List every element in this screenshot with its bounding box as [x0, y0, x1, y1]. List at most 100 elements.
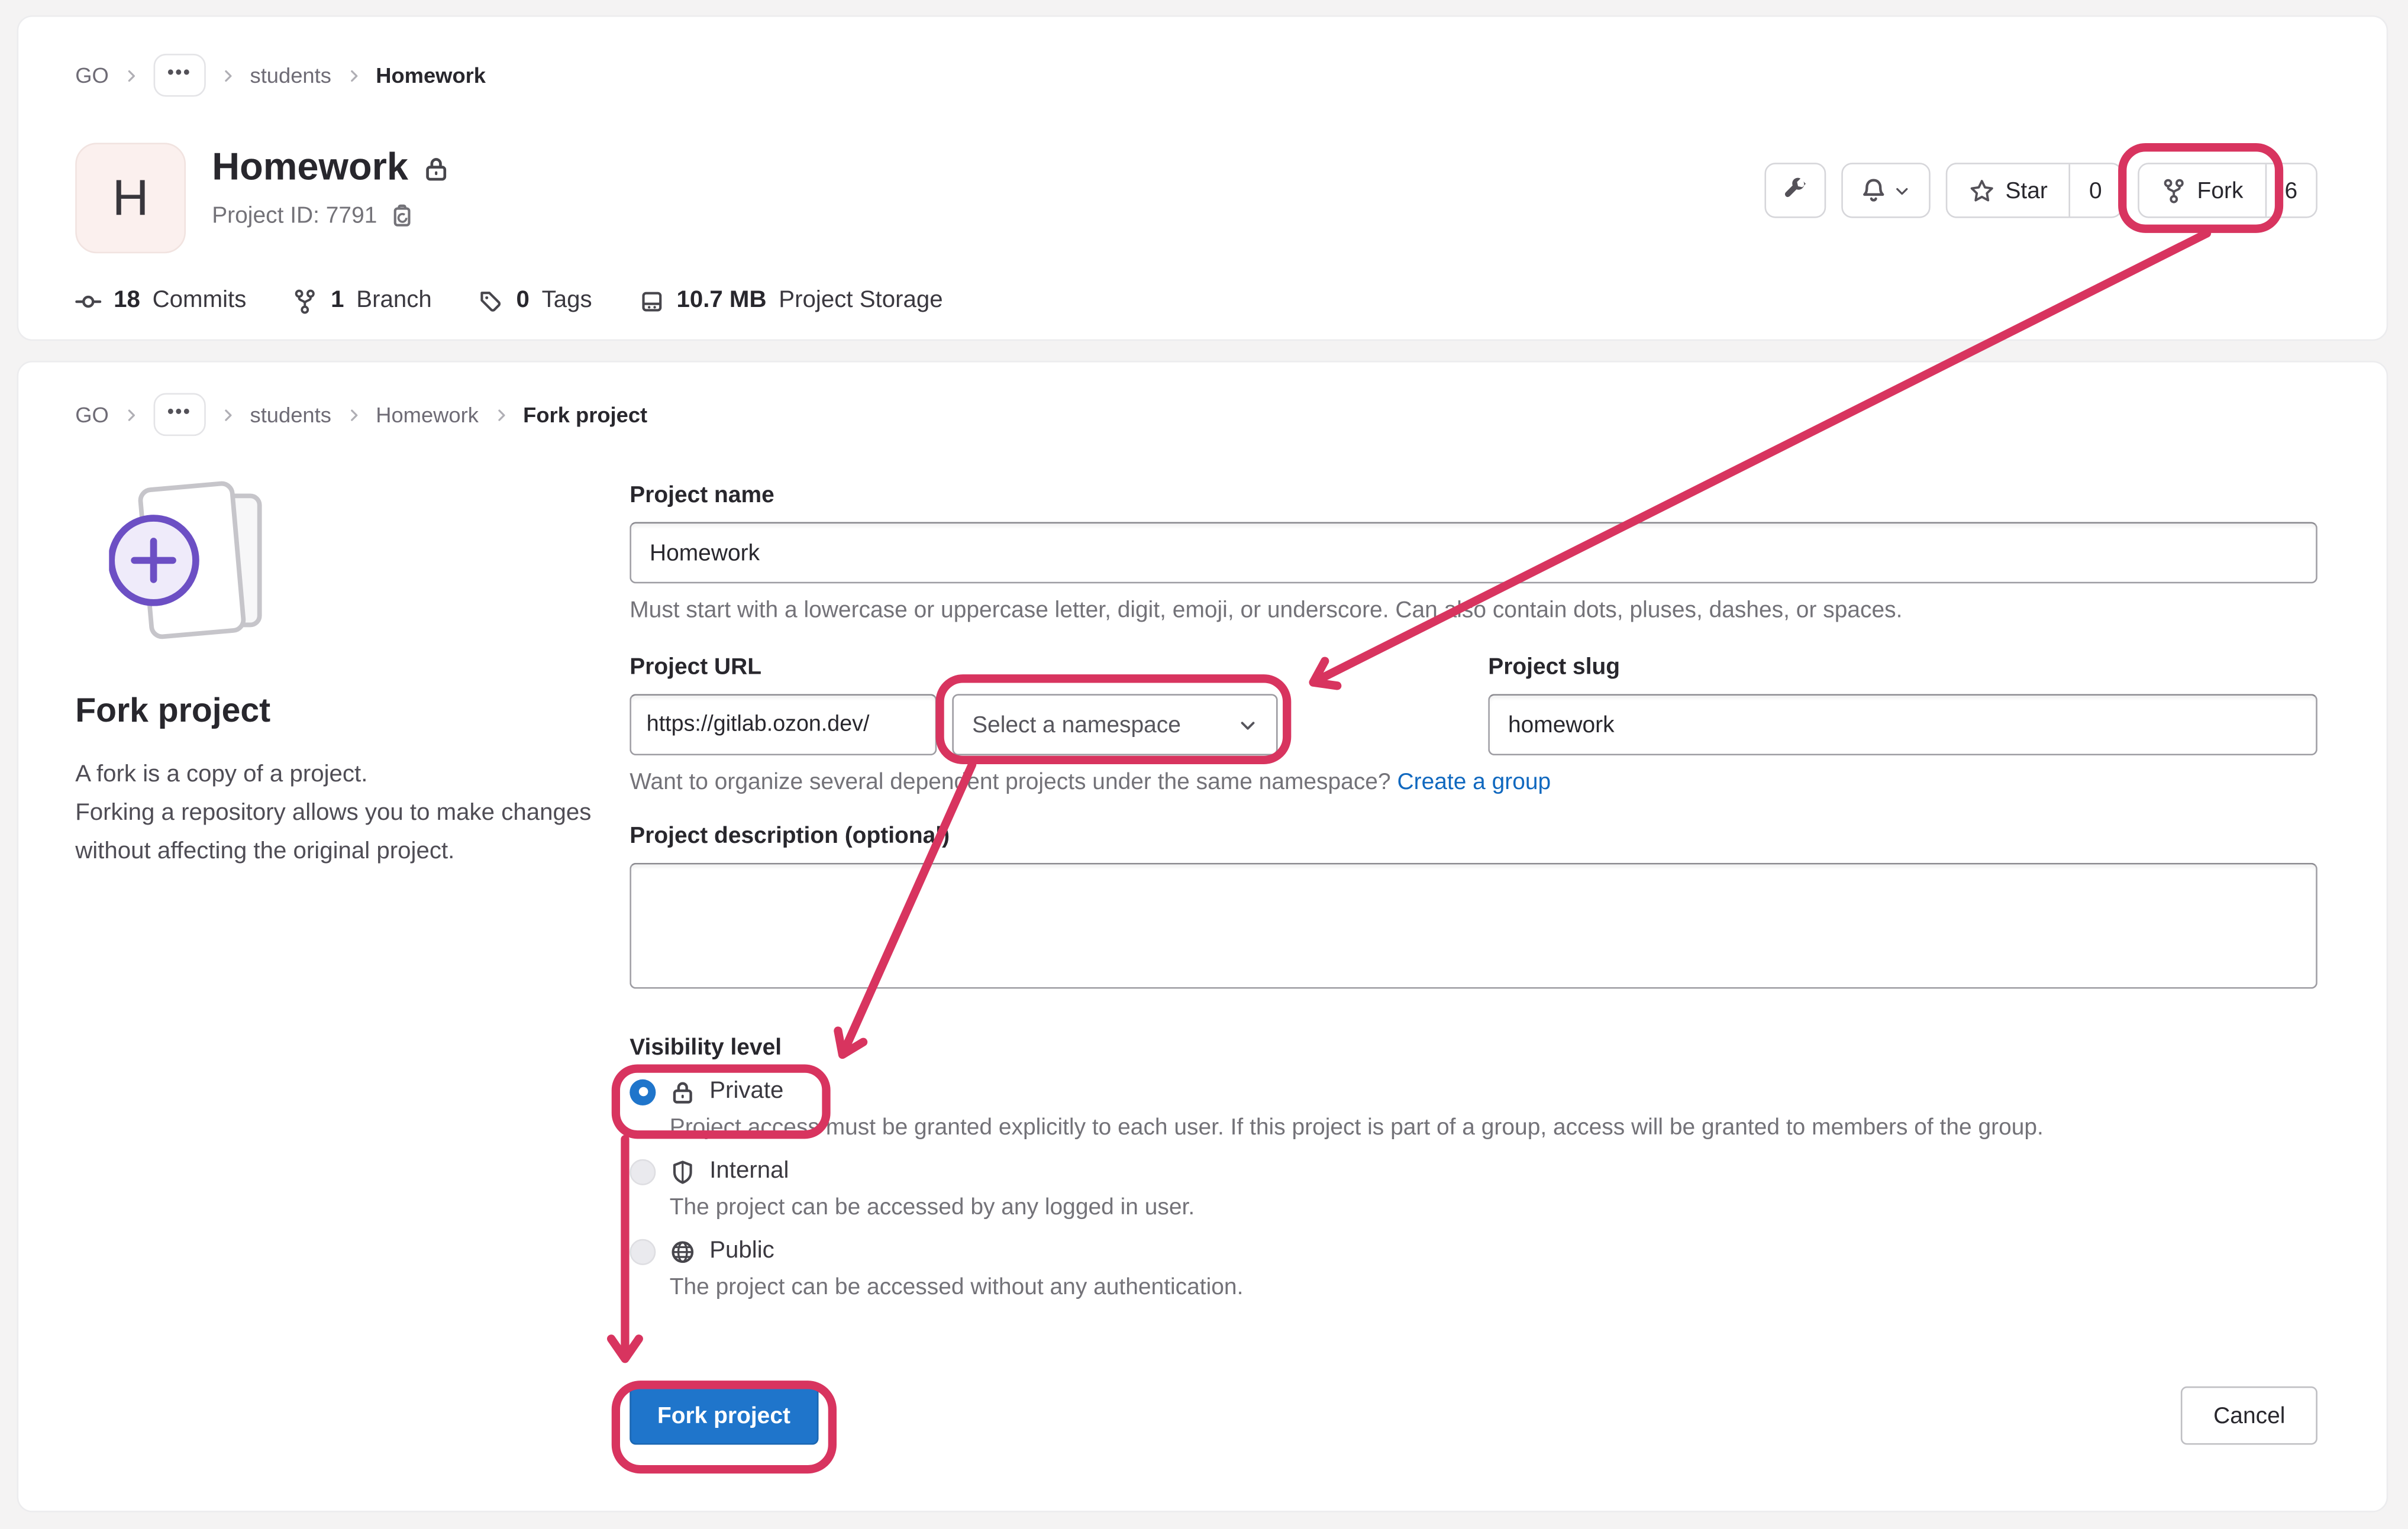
copy-project-id-button[interactable] — [388, 203, 414, 229]
clipboard-copy-icon — [388, 203, 414, 229]
fork-body: Fork project A fork is a copy of a proje… — [18, 436, 2387, 1444]
star-button[interactable]: Star — [1947, 164, 2069, 216]
star-icon — [1968, 177, 1994, 203]
breadcrumb-item-fork-project: Fork project — [523, 402, 647, 427]
shield-icon — [670, 1158, 696, 1184]
visibility-option-private[interactable]: Private — [630, 1078, 2317, 1105]
chevron-down-icon — [1238, 715, 1258, 735]
namespace-select[interactable]: Select a namespace — [952, 694, 1277, 755]
project-slug-input[interactable] — [1488, 694, 2317, 755]
fork-button-label: Fork — [2197, 177, 2244, 203]
stat-commits-value: 18 — [114, 287, 140, 315]
create-group-link[interactable]: Create a group — [1397, 769, 1551, 795]
disk-icon — [638, 288, 664, 314]
star-button-group: Star 0 — [1945, 163, 2122, 218]
breadcrumb-item-students[interactable]: students — [250, 402, 331, 427]
project-name-label: Project name — [630, 482, 2317, 508]
chevron-right-icon — [220, 406, 237, 424]
stat-tags-value: 0 — [517, 287, 530, 315]
breadcrumb-item-go[interactable]: GO — [75, 402, 109, 427]
namespace-helper-text: Want to organize several dependent proje… — [630, 769, 1390, 795]
stat-tags[interactable]: 0 Tags — [478, 287, 592, 315]
project-name-helper: Must start with a lowercase or uppercase… — [630, 597, 2317, 623]
chevron-right-icon — [220, 67, 237, 84]
star-count[interactable]: 0 — [2069, 164, 2120, 216]
breadcrumb-item-homework[interactable]: Homework — [376, 63, 486, 88]
stat-commits[interactable]: 18 Commits — [75, 287, 246, 315]
fork-button-group: Fork 6 — [2137, 163, 2317, 218]
project-url-label: Project URL — [630, 654, 1277, 680]
visibility-option-internal[interactable]: Internal — [630, 1158, 2317, 1185]
visibility-public-description: The project can be accessed without any … — [670, 1274, 2317, 1300]
visibility-option-public-label: Public — [709, 1237, 774, 1265]
visibility-internal-description: The project can be accessed by any logge… — [670, 1194, 2317, 1220]
fork-button[interactable]: Fork — [2139, 164, 2265, 216]
project-header-card: GO ••• students Homework H Homework Proj… — [17, 15, 2388, 341]
screenshot-viewport: GO ••• students Homework H Homework Proj… — [0, 0, 2408, 1528]
breadcrumb-ellipsis-button[interactable]: ••• — [153, 393, 205, 436]
project-action-buttons: Star 0 Fork 6 — [1764, 163, 2317, 218]
project-slug-label: Project slug — [1488, 654, 2317, 680]
project-description-textarea[interactable] — [630, 863, 2317, 989]
namespace-select-value: Select a namespace — [972, 712, 1181, 738]
fork-form: Project name Must start with a lowercase… — [630, 448, 2317, 1445]
cancel-button[interactable]: Cancel — [2181, 1386, 2317, 1445]
breadcrumb-ellipsis-button[interactable]: ••• — [153, 54, 205, 97]
project-description-label: Project description (optional) — [630, 823, 2317, 849]
chevron-right-icon — [492, 406, 509, 424]
admin-settings-button[interactable] — [1764, 163, 1826, 218]
tag-icon — [478, 288, 504, 314]
visibility-option-internal-label: Internal — [709, 1158, 789, 1185]
stat-storage-label: Project Storage — [779, 287, 942, 315]
project-name-input[interactable] — [630, 522, 2317, 584]
lock-icon — [670, 1078, 696, 1104]
chevron-right-icon — [122, 406, 140, 424]
lock-icon — [422, 154, 450, 182]
visibility-private-description: Project access must be granted explicitl… — [670, 1114, 2317, 1140]
globe-icon — [670, 1238, 696, 1264]
visibility-option-public[interactable]: Public — [630, 1237, 2317, 1265]
project-title-block: Homework Project ID: 7791 — [212, 143, 450, 228]
stat-branches-value: 1 — [331, 287, 344, 315]
stat-tags-label: Tags — [542, 287, 592, 315]
project-url-prefix: https://gitlab.ozon.dev/ — [630, 694, 937, 755]
breadcrumb-item-homework[interactable]: Homework — [376, 402, 479, 427]
wrench-icon — [1781, 177, 1809, 205]
fork-illustration-icon — [109, 473, 275, 651]
form-actions: Fork project Cancel — [630, 1386, 2317, 1445]
stat-storage[interactable]: 10.7 MB Project Storage — [638, 287, 943, 315]
project-stats-row: 18 Commits 1 Branch 0 Tags 10.7 MB Proje… — [75, 287, 2329, 315]
commit-icon — [75, 288, 101, 314]
breadcrumb-item-students[interactable]: students — [250, 63, 331, 88]
visibility-radio-private[interactable] — [630, 1078, 656, 1104]
chevron-right-icon — [122, 67, 140, 84]
chevron-down-icon — [1894, 182, 1911, 199]
fork-project-card: GO ••• students Homework Fork project Fo… — [17, 361, 2388, 1512]
visibility-radio-public[interactable] — [630, 1238, 656, 1264]
notifications-button[interactable] — [1841, 163, 1931, 218]
project-avatar: H — [75, 143, 186, 253]
stat-branches-label: Branch — [356, 287, 432, 315]
chevron-right-icon — [345, 67, 362, 84]
fork-description-line2: Forking a repository allows you to make … — [75, 794, 599, 871]
stat-commits-label: Commits — [153, 287, 247, 315]
fork-icon — [2160, 177, 2186, 203]
visibility-level-label: Visibility level — [630, 1035, 2317, 1061]
chevron-right-icon — [345, 406, 362, 424]
star-button-label: Star — [2005, 177, 2047, 203]
fork-project-submit-button[interactable]: Fork project — [630, 1386, 818, 1445]
visibility-radio-internal[interactable] — [630, 1158, 656, 1184]
stat-storage-value: 10.7 MB — [676, 287, 766, 315]
fork-count[interactable]: 6 — [2265, 164, 2316, 216]
namespace-helper: Want to organize several dependent proje… — [630, 769, 2317, 795]
breadcrumb: GO ••• students Homework — [18, 17, 2387, 97]
project-id-label: Project ID: 7791 — [212, 203, 377, 229]
fork-breadcrumb: GO ••• students Homework Fork project — [18, 363, 2387, 437]
bell-icon — [1860, 177, 1888, 205]
fork-heading: Fork project — [75, 691, 630, 730]
breadcrumb-item-go[interactable]: GO — [75, 63, 109, 88]
fork-info-column: Fork project A fork is a copy of a proje… — [59, 448, 630, 1445]
stat-branches[interactable]: 1 Branch — [292, 287, 432, 315]
branch-icon — [292, 288, 318, 314]
url-slug-row: Project URL https://gitlab.ozon.dev/ Sel… — [630, 654, 2317, 755]
